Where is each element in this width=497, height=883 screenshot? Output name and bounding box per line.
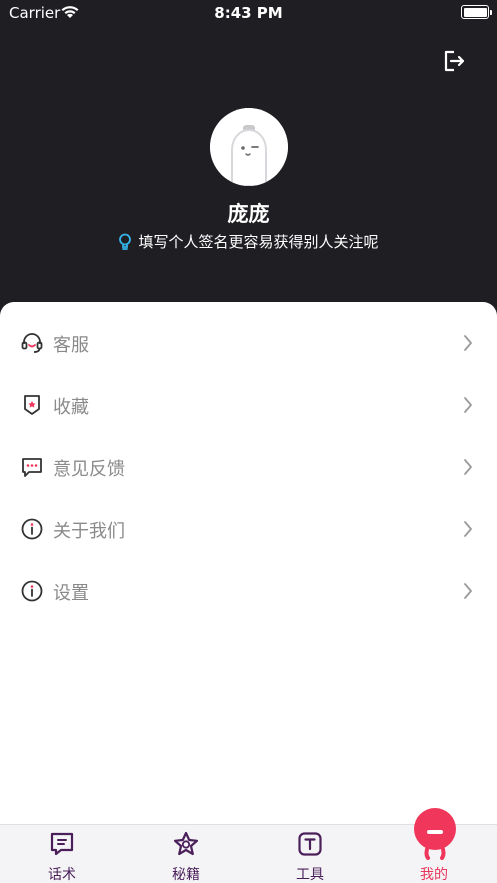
menu-label: 关于我们: [53, 521, 125, 542]
chevron-right-icon: [464, 459, 472, 475]
headset-icon: [21, 333, 43, 353]
menu-label: 客服: [53, 335, 89, 356]
tab-secrets[interactable]: 秘籍: [136, 825, 236, 883]
status-bar: Carrier 8:43 PM: [0, 0, 497, 26]
clock: 8:43 PM: [214, 4, 283, 22]
lightbulb-icon: [119, 233, 132, 250]
tool-t-icon: [298, 832, 322, 856]
user-nickname[interactable]: 庞庞: [0, 198, 497, 228]
tab-label: 工具: [296, 867, 324, 883]
menu-item-settings[interactable]: 设置: [0, 560, 497, 622]
avatar[interactable]: [210, 108, 288, 186]
menu-item-favorites[interactable]: 收藏: [0, 374, 497, 436]
user-signature[interactable]: 填写个人签名更容易获得别人关注呢: [0, 231, 497, 252]
tab-label: 话术: [48, 867, 76, 883]
menu-item-customer-service[interactable]: 客服: [0, 312, 497, 374]
chevron-right-icon: [464, 397, 472, 413]
mine-mascot-icon[interactable]: [414, 808, 456, 850]
mascot-avatar-icon: [210, 108, 288, 186]
mascot-mouth-icon: [427, 830, 443, 834]
menu-item-feedback[interactable]: 意见反馈: [0, 436, 497, 498]
tab-tools[interactable]: 工具: [260, 825, 360, 883]
menu-label: 收藏: [53, 397, 89, 418]
battery-icon: [461, 5, 492, 19]
mascot-legs-icon: [424, 846, 446, 860]
logout-icon[interactable]: [441, 48, 467, 74]
signature-text: 填写个人签名更容易获得别人关注呢: [138, 233, 379, 251]
settings-info-icon: [21, 580, 43, 602]
menu-panel: 客服 收藏 意见反馈 关于我们 设置: [0, 302, 497, 824]
chevron-right-icon: [464, 583, 472, 599]
chevron-right-icon: [464, 521, 472, 537]
info-icon: [21, 518, 43, 540]
chevron-right-icon: [464, 335, 472, 351]
tab-scripts[interactable]: 话术: [12, 825, 112, 883]
menu-label: 设置: [53, 583, 89, 604]
menu-label: 意见反馈: [53, 459, 125, 480]
feedback-bubble-icon: [22, 458, 42, 477]
tab-label: 秘籍: [172, 867, 200, 883]
menu-item-about-us[interactable]: 关于我们: [0, 498, 497, 560]
chat-script-icon: [50, 832, 74, 856]
star-icon: [173, 831, 199, 856]
favorite-badge-icon: [24, 395, 40, 415]
tab-label: 我的: [420, 867, 448, 883]
